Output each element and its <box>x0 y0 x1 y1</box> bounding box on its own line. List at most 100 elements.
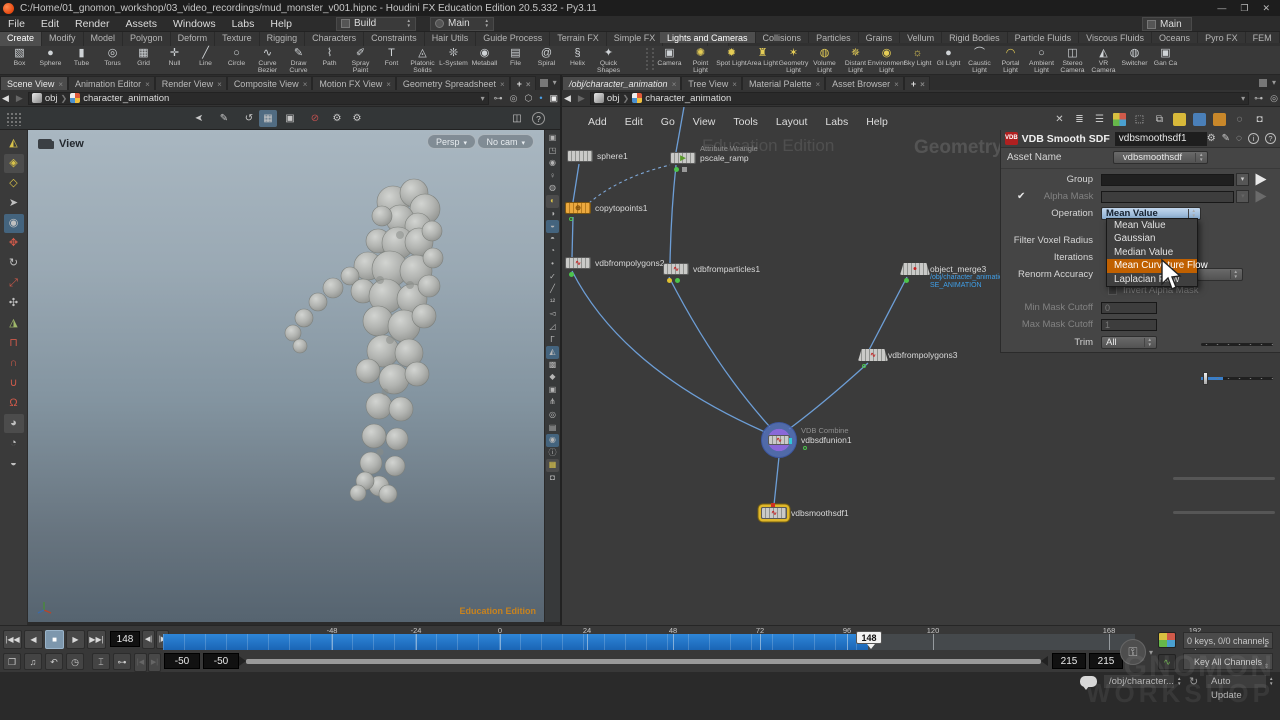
find-icon[interactable]: ◌ <box>1233 113 1246 126</box>
tab-close-icon[interactable] <box>58 79 63 89</box>
node-name-field[interactable]: vdbsmoothsdf1 <box>1115 132 1207 146</box>
portal-light-tool[interactable]: ◠ Portal Light <box>995 47 1026 74</box>
export-view-icon[interactable]: ◳ <box>546 145 559 158</box>
add[interactable]: Add <box>580 116 615 128</box>
wire-shaded-icon[interactable]: ◔ <box>546 245 559 258</box>
fem[interactable]: FEM <box>1246 32 1280 43</box>
move-tool-icon[interactable]: ✥ <box>4 234 24 253</box>
view-tool-icon[interactable]: ◕ <box>4 414 24 433</box>
-[interactable]: + <box>510 76 536 90</box>
pane-split-icon[interactable] <box>1259 79 1267 87</box>
color-palette-icon[interactable] <box>1113 113 1126 126</box>
caustic-light-tool[interactable]: ⌒ Caustic Light <box>964 47 995 74</box>
info-icon[interactable]: i <box>1248 133 1259 144</box>
point-light-tool[interactable]: ✺ Point Light <box>685 47 716 74</box>
beaker-icon[interactable]: ≣ <box>1073 113 1086 126</box>
grid-tool[interactable]: ▦ Grid <box>128 47 159 67</box>
layout[interactable]: Layout <box>768 116 816 128</box>
asset-browser[interactable]: Asset Browser <box>825 76 904 90</box>
shelf-divider-handle[interactable] <box>646 48 654 70</box>
background-image-icon[interactable] <box>1193 113 1206 126</box>
shade-mode-icon[interactable]: ◍ <box>546 182 559 195</box>
pane-menu-chevron-icon[interactable] <box>1272 77 1276 88</box>
tools[interactable]: Tools <box>725 116 766 128</box>
range-right-handle[interactable] <box>1041 656 1048 666</box>
snap-prim-magnet-icon[interactable]: ∩ <box>4 354 24 373</box>
maximize-pane-icon[interactable]: ▣ <box>547 93 560 104</box>
select-cursor-icon[interactable]: ➤ <box>190 110 208 127</box>
key-options-chevron-icon[interactable]: ▾ <box>1149 648 1153 657</box>
node-copytopoints1[interactable]: ⊕ copytopoints1 <box>565 202 591 214</box>
node-pscale-ramp[interactable]: Attribute Wrangle ▶ pscale_ramp <box>670 152 696 164</box>
desktop-selector[interactable]: Build <box>336 17 416 31</box>
tab-close-icon[interactable] <box>500 79 505 89</box>
message-bubble-icon[interactable] <box>1080 676 1097 687</box>
node-vdbsdfunion1[interactable]: ∿ VDB Combine vdbsdfunion1 <box>761 422 797 458</box>
close-button[interactable]: ✕ <box>1262 3 1270 14</box>
frame-box-icon[interactable]: ▣ <box>281 110 299 127</box>
lighting-normal-icon[interactable]: ◑ <box>546 208 559 221</box>
stereo-camera-tool[interactable]: ◫ Stereo Camera <box>1057 47 1088 74</box>
pose-tool-icon[interactable]: ✣ <box>4 294 24 313</box>
prev-frame-button[interactable]: ◀| <box>142 630 155 649</box>
snap-options-icon[interactable]: ◇ <box>4 174 24 193</box>
tick-display-icon[interactable]: ⌶ <box>92 653 110 670</box>
material-palette[interactable]: Material Palette <box>742 76 825 90</box>
node-vdbsmoothsdf1[interactable]: ∿ vdbsmoothsdf1 <box>761 507 787 519</box>
circle-tool[interactable]: ○ Circle <box>221 47 252 67</box>
pane-grip-icon[interactable] <box>6 112 22 126</box>
sticky-note-icon[interactable] <box>1173 113 1186 126</box>
flipbook-icon[interactable]: ↶ <box>45 653 63 670</box>
display-flag[interactable] <box>789 438 792 444</box>
handle-pen-icon[interactable]: ✎ <box>215 110 233 127</box>
key-all-channels-selector[interactable]: Key All Channels⇕ <box>1183 653 1273 670</box>
context-path-field[interactable]: /obj/character... <box>1103 674 1175 689</box>
prim-num-icon[interactable]: ◅ <box>546 308 559 321</box>
play-button[interactable]: ▶ <box>66 630 85 649</box>
texture[interactable]: Texture <box>215 32 260 46</box>
particles[interactable]: Particles <box>809 32 859 43</box>
audio-icon[interactable]: ♫ <box>24 653 42 670</box>
last-frame-button[interactable]: ▶▶| <box>87 630 106 649</box>
brush-icon[interactable]: ✎ <box>1222 133 1230 144</box>
alpha-mask-checkbox[interactable]: ✔ <box>1001 191 1025 202</box>
quick-shapes-tool[interactable]: ✦ Quick Shapes <box>593 47 624 74</box>
help[interactable]: Help <box>262 18 300 30</box>
tab-close-icon[interactable] <box>217 79 222 89</box>
draw-curve-tool[interactable]: ✎ Draw Curve <box>283 47 314 74</box>
snap-grid-magnet-icon[interactable]: ⊓ <box>4 334 24 353</box>
range-end-button[interactable]: ▶| <box>148 653 161 672</box>
edit[interactable]: Edit <box>617 116 651 128</box>
spray-paint-tool[interactable]: ✐ Spray Paint <box>345 47 376 74</box>
guide-process[interactable]: Guide Process <box>476 32 550 46</box>
back-arrow-icon[interactable]: ◀ <box>562 93 573 104</box>
helix-tool[interactable]: § Helix <box>562 47 593 67</box>
particle-fluids[interactable]: Particle Fluids <box>1008 32 1080 43</box>
global-end-field[interactable]: 215 <box>1089 653 1123 669</box>
refresh-icon[interactable]: ↻ <box>1189 675 1198 688</box>
go[interactable]: Go <box>653 116 683 128</box>
tab-close-icon[interactable] <box>732 79 737 89</box>
collisions[interactable]: Collisions <box>756 32 810 43</box>
null-tool[interactable]: ✛ Null <box>159 47 190 67</box>
spiral-tool[interactable]: @ Spiral <box>531 47 562 67</box>
view[interactable]: View <box>685 116 724 128</box>
diamond-icon[interactable]: ◆ <box>546 371 559 384</box>
range-start-button[interactable]: |◀ <box>134 653 147 672</box>
copy-frame-icon[interactable]: ❐ <box>3 653 21 670</box>
playhead-flag[interactable]: 148 <box>856 631 882 644</box>
tree-view[interactable]: Tree View <box>681 76 742 90</box>
distant-light-tool[interactable]: ✵ Distant Light <box>840 47 871 74</box>
grains[interactable]: Grains <box>859 32 901 43</box>
node-sphere1[interactable]: sphere1 <box>567 150 593 162</box>
path-field[interactable]: obj ❯ character_animation <box>590 92 1249 105</box>
node-object-merge3[interactable]: ● object_merge3 /obj/character_animation… <box>900 263 930 275</box>
platonic-solids-tool[interactable]: ◬ Platonic Solids <box>407 47 438 74</box>
select-groups-icon[interactable]: ◈ <box>4 154 24 173</box>
group-field[interactable] <box>1101 174 1234 186</box>
labs[interactable]: Labs <box>224 18 263 30</box>
gear-icon[interactable]: ⚙ <box>1207 133 1216 144</box>
pane-split-icon[interactable] <box>540 79 548 87</box>
radial-menu-icon[interactable]: ◎ <box>508 93 520 104</box>
global-start-field[interactable]: -50 <box>164 653 200 669</box>
